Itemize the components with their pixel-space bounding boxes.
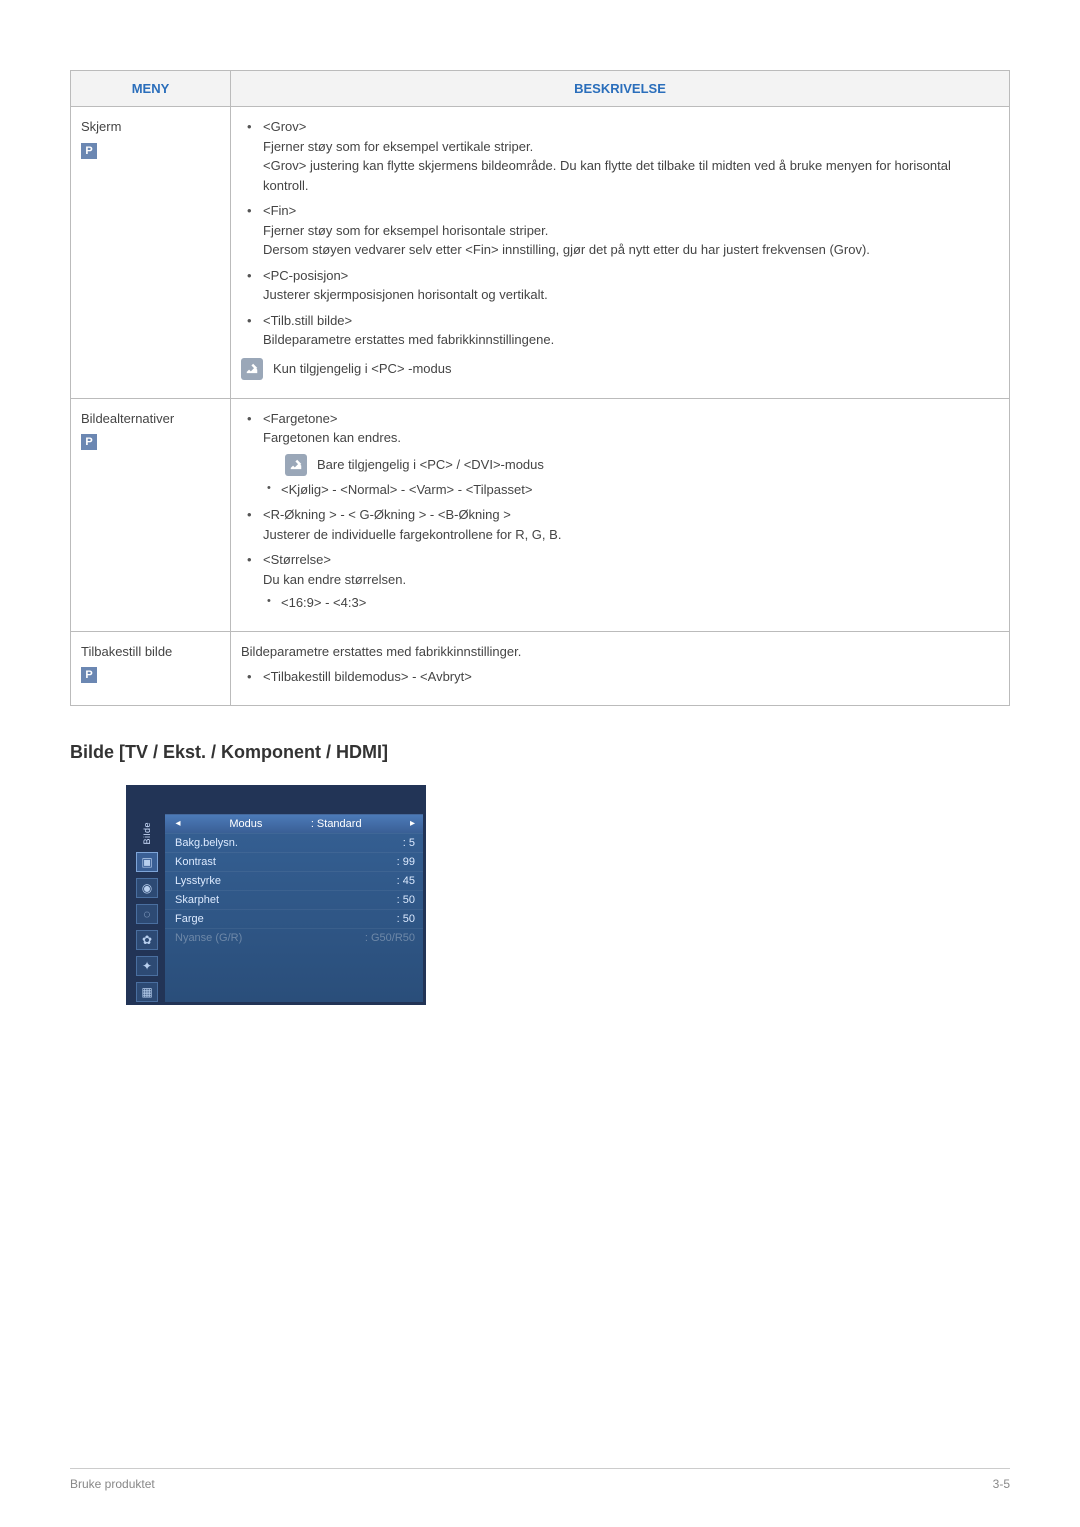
- footer-right: 3-5: [993, 1477, 1010, 1491]
- sub-item: <Kjølig> - <Normal> - <Varm> - <Tilpasse…: [263, 480, 999, 500]
- p-badge-icon: P: [81, 143, 97, 159]
- osd-value: : G50/R50: [365, 932, 415, 944]
- osd-label: Kontrast: [175, 856, 216, 868]
- table-row: Skjerm P <Grov> Fjerner støy som for eks…: [71, 107, 1010, 399]
- item-line: Fjerner støy som for eksempel horisontal…: [263, 221, 999, 241]
- osd-row: Bakg.belysn. : 5: [165, 833, 423, 852]
- osd-side-label: Bilde: [142, 822, 152, 845]
- picture-icon: ▣: [136, 852, 158, 872]
- desc-list: <Fargetone> Fargetonen kan endres. Bare …: [241, 409, 999, 613]
- sound-icon: ◉: [136, 878, 158, 898]
- osd-value: : 50: [397, 913, 415, 925]
- item-line: Bildeparametre erstattes med fabrikkinns…: [263, 330, 999, 350]
- note-row: Kun tilgjengelig i <PC> -modus: [241, 358, 999, 380]
- item-line: Du kan endre størrelsen.: [263, 570, 999, 590]
- osd-row: Lysstyrke : 45: [165, 871, 423, 890]
- osd-value: : 45: [397, 875, 415, 887]
- chevron-left-icon: ◂: [175, 818, 181, 829]
- item-line: <Tilbakestill bildemodus> - <Avbryt>: [241, 667, 999, 687]
- note-row: Bare tilgjengelig i <PC> / <DVI>-modus: [285, 454, 999, 476]
- spec-table: MENY BESKRIVELSE Skjerm P <Grov> Fjerner…: [70, 70, 1010, 706]
- item-line: Justerer de individuelle fargekontrollen…: [263, 525, 999, 545]
- item-title: <Grov>: [263, 117, 999, 137]
- osd-label: Farge: [175, 913, 204, 925]
- intro-line: Bildeparametre erstattes med fabrikkinns…: [241, 642, 999, 662]
- osd-label: Modus: [229, 818, 262, 830]
- osd-row: Kontrast : 99: [165, 852, 423, 871]
- table-row: Tilbakestill bilde P Bildeparametre erst…: [71, 631, 1010, 705]
- osd-row-selected: ◂ Modus : Standard ▸: [165, 814, 423, 833]
- item-line: <Grov> justering kan flytte skjermens bi…: [263, 156, 999, 195]
- setup-icon: ✿: [136, 930, 158, 950]
- footer-left: Bruke produktet: [70, 1477, 155, 1491]
- input-icon: ✦: [136, 956, 158, 976]
- th-menu: MENY: [71, 71, 231, 107]
- page-footer: Bruke produktet 3-5: [70, 1468, 1010, 1491]
- osd-value: : 5: [403, 837, 415, 849]
- osd-label: Bakg.belysn.: [175, 837, 238, 849]
- osd-content: ◂ Modus : Standard ▸ Bakg.belysn. : 5 Ko…: [165, 814, 423, 1003]
- note-icon: [285, 454, 307, 476]
- osd-label: Skarphet: [175, 894, 219, 906]
- menu-label: Tilbakestill bilde: [81, 642, 220, 662]
- menu-label: Skjerm: [81, 117, 220, 137]
- note-text: Kun tilgjengelig i <PC> -modus: [273, 359, 452, 379]
- osd-sidebar: Bilde ▣ ◉ ◌ ✿ ✦ ▦: [129, 814, 165, 1003]
- section-heading: Bilde [TV / Ekst. / Komponent / HDMI]: [70, 742, 1010, 763]
- desc-list: <Grov> Fjerner støy som for eksempel ver…: [241, 117, 999, 350]
- note-text: Bare tilgjengelig i <PC> / <DVI>-modus: [317, 455, 544, 475]
- item-title: <Størrelse>: [263, 550, 999, 570]
- osd-row-disabled: Nyanse (G/R) : G50/R50: [165, 928, 423, 947]
- channel-icon: ◌: [136, 904, 158, 924]
- note-icon: [241, 358, 263, 380]
- item-title: <Fargetone>: [263, 409, 999, 429]
- osd-value: : 99: [397, 856, 415, 868]
- sub-item: <16:9> - <4:3>: [263, 593, 999, 613]
- osd-label: Lysstyrke: [175, 875, 221, 887]
- p-badge-icon: P: [81, 667, 97, 683]
- item-title: <R-Økning > - < G-Økning > - <B-Økning >: [263, 505, 999, 525]
- item-line: Justerer skjermposisjonen horisontalt og…: [263, 285, 999, 305]
- osd-value: : Standard: [311, 818, 362, 830]
- support-icon: ▦: [136, 982, 158, 1002]
- item-title: <Tilb.still bilde>: [263, 311, 999, 331]
- osd-row: Skarphet : 50: [165, 890, 423, 909]
- osd-value: : 50: [397, 894, 415, 906]
- osd-preview: Bilde ▣ ◉ ◌ ✿ ✦ ▦ ◂ Modus : Standard ▸ B…: [126, 785, 426, 1006]
- osd-label: Nyanse (G/R): [175, 932, 242, 944]
- osd-row: Farge : 50: [165, 909, 423, 928]
- item-line: Dersom støyen vedvarer selv etter <Fin> …: [263, 240, 999, 260]
- item-line: Fargetonen kan endres.: [263, 428, 999, 448]
- th-desc: BESKRIVELSE: [231, 71, 1010, 107]
- chevron-right-icon: ▸: [410, 818, 415, 829]
- menu-label: Bildealternativer: [81, 409, 220, 429]
- p-badge-icon: P: [81, 434, 97, 450]
- item-line: Fjerner støy som for eksempel vertikale …: [263, 137, 999, 157]
- item-title: <PC-posisjon>: [263, 266, 999, 286]
- item-title: <Fin>: [263, 201, 999, 221]
- table-row: Bildealternativer P <Fargetone> Fargeton…: [71, 398, 1010, 631]
